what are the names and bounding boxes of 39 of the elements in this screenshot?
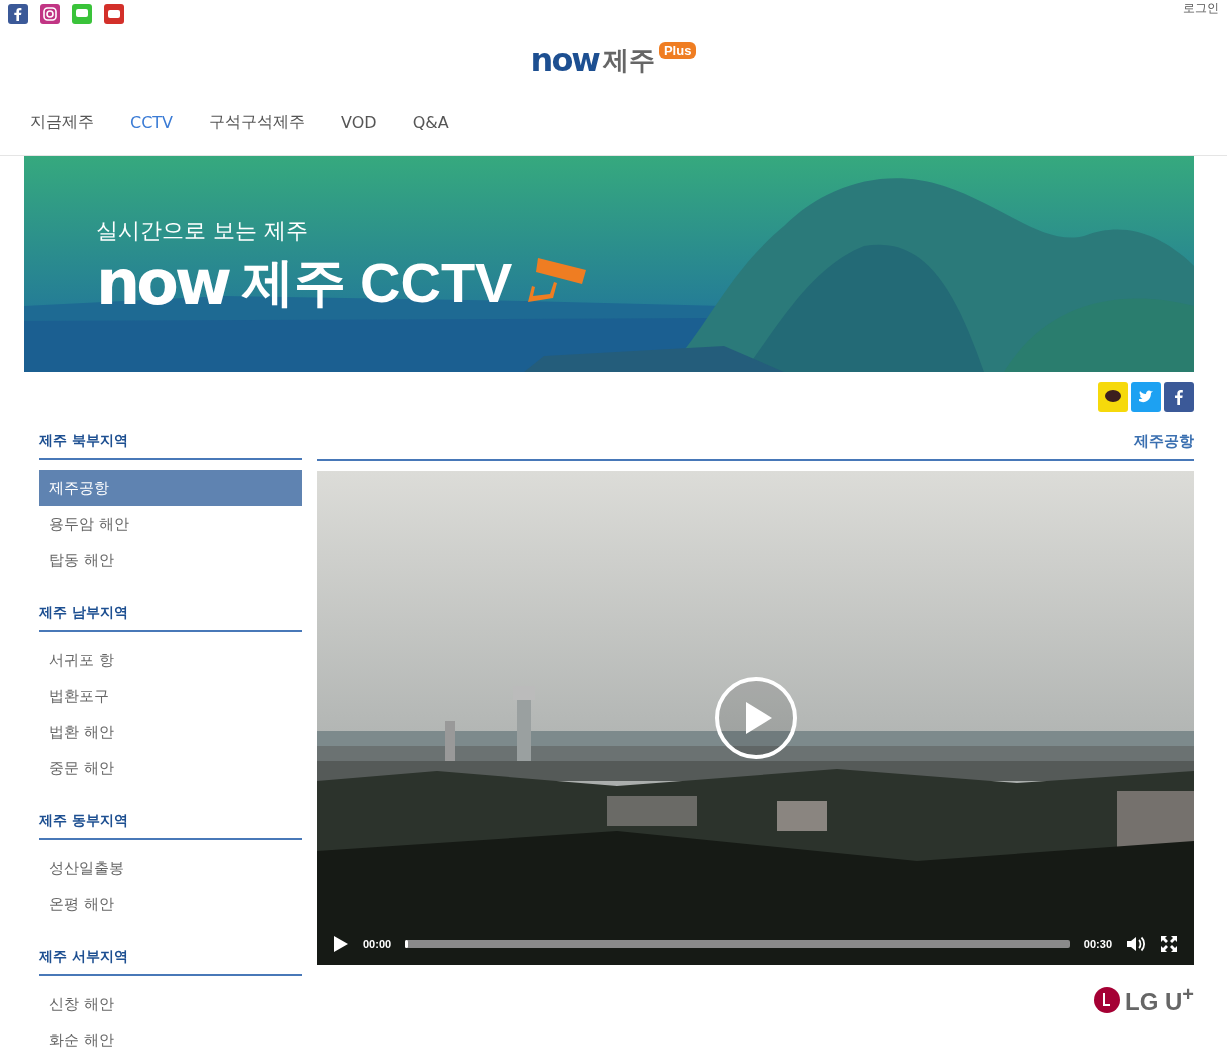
logo-word: now [530,41,599,79]
banner-title: CCTV [360,250,513,315]
nav-tab[interactable]: VOD [325,113,397,132]
speech-bubble-icon[interactable] [1098,382,1128,412]
location-item[interactable]: 법환 해안 [39,714,302,750]
region-heading: 제주 남부지역 [39,598,302,632]
location-item[interactable]: 제주공항 [39,470,302,506]
nav-tab[interactable]: Q&A [396,113,469,132]
instagram-icon[interactable] [40,4,60,24]
region-heading: 제주 북부지역 [39,426,302,460]
logo-badge: Plus [658,42,697,59]
location-item[interactable]: 화순 해안 [39,1022,302,1058]
current-time: 00:00 [363,938,392,950]
play-button[interactable] [333,935,349,953]
banner-subtitle: 실시간으로 보는 제주 [96,217,309,245]
fullscreen-icon[interactable] [1160,935,1178,953]
volume-icon[interactable] [1126,935,1146,953]
nav-tab[interactable]: 지금제주 [14,112,114,133]
nav-tab[interactable]: CCTV [114,113,194,132]
location-item[interactable]: 신창 해안 [39,986,302,1022]
location-item[interactable]: 탑동 해안 [39,542,302,578]
location-item[interactable]: 서귀포 항 [39,642,302,678]
location-item[interactable]: 온평 해안 [39,886,302,922]
region-heading: 제주 서부지역 [39,942,302,976]
facebook-icon[interactable] [8,4,28,24]
region-heading: 제주 동부지역 [39,806,302,840]
logo-region: 제주 [602,43,655,77]
sponsor-logo-text: LG U$^{+}$ [1125,983,1194,1016]
location-item[interactable]: 법환포구 [39,678,302,714]
location-item[interactable]: 중문 해안 [39,750,302,786]
location-item[interactable]: 성산일출봉 [39,850,302,886]
facebook-icon[interactable] [1164,382,1194,412]
login-link[interactable]: 로그인 [1183,0,1219,30]
camera-title: 제주공항 [317,426,1194,461]
location-item[interactable]: 용두암 해안 [39,506,302,542]
banner-word: now [96,246,228,319]
banner-region: 제주 [242,250,346,314]
duration-time: 00:30 [1083,938,1112,950]
nav-tab[interactable]: 구석구석제주 [193,112,326,133]
